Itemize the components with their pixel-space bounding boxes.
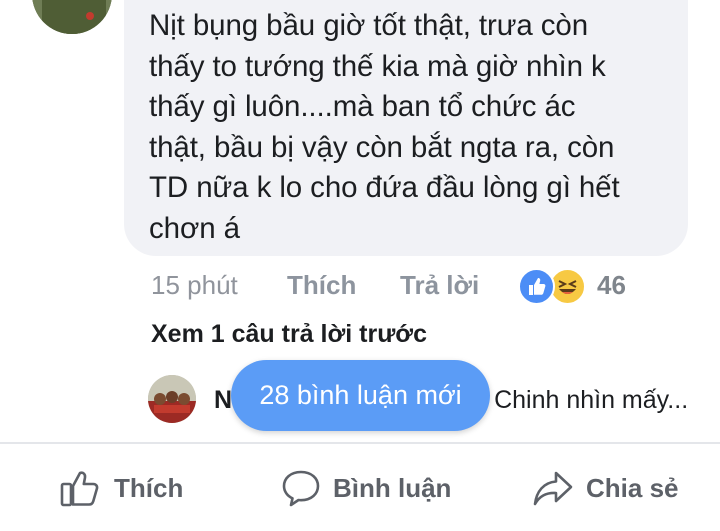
comment-label: Bình luận (333, 472, 452, 503)
group-photo-icon (148, 375, 196, 423)
share-button[interactable]: Chia sẻ (532, 463, 679, 513)
reply-author-name[interactable]: N (214, 386, 232, 414)
like-label: Thích (114, 472, 184, 503)
reaction-summary[interactable] (518, 268, 586, 305)
view-previous-replies-link[interactable]: Xem 1 câu trả lời trước (151, 317, 427, 351)
comment-like-button[interactable]: Thích (287, 268, 356, 302)
comment-reply-button[interactable]: Trả lời (400, 268, 479, 302)
comment-timestamp: 15 phút (151, 270, 238, 300)
reply-snippet: Chinh nhìn mấy... (494, 386, 689, 414)
reaction-count[interactable]: 46 (597, 268, 626, 302)
comment-bubble[interactable]: Nịt bụng bầu giờ tốt thật, trưa còn thấy… (124, 0, 688, 256)
share-label: Chia sẻ (586, 472, 679, 503)
speech-bubble-icon (282, 470, 320, 507)
like-button[interactable]: Thích (60, 463, 183, 513)
comment-button[interactable]: Bình luận (281, 463, 451, 513)
share-arrow-icon (533, 471, 573, 506)
like-reaction-icon (518, 268, 555, 305)
new-comments-toast[interactable]: 28 bình luận mới (231, 360, 490, 431)
soldier-photo-icon (32, 0, 112, 34)
reply-avatar[interactable] (148, 375, 196, 423)
thumbs-up-icon (60, 471, 99, 507)
comment-text: Nịt bụng bầu giờ tốt thật, trưa còn thấy… (149, 9, 620, 245)
action-bar-divider (0, 442, 720, 444)
commenter-avatar[interactable] (32, 0, 112, 34)
